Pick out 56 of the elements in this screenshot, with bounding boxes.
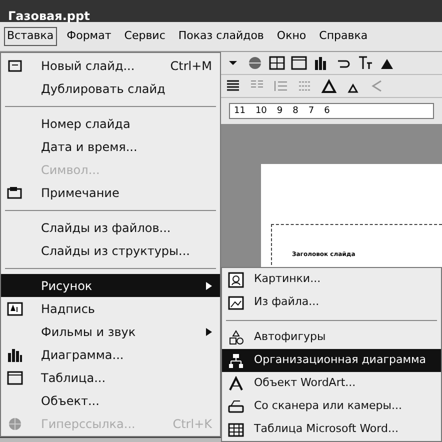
note-icon bbox=[7, 184, 23, 200]
org-chart-icon bbox=[228, 352, 244, 368]
submenu-arrow-icon bbox=[206, 328, 212, 336]
menu-item[interactable]: Номер слайда bbox=[1, 112, 220, 135]
menu-title[interactable]: Показ слайдов bbox=[175, 27, 267, 46]
image-file-icon bbox=[228, 294, 244, 310]
menu-title[interactable]: Формат bbox=[64, 27, 114, 46]
menu-title[interactable]: Сервис bbox=[121, 27, 168, 46]
ruler-number: 7 bbox=[308, 106, 314, 116]
picture-frame-icon bbox=[228, 272, 244, 288]
menu-item[interactable]: Дублировать слайд bbox=[1, 77, 220, 100]
menu-item[interactable]: Таблица... bbox=[1, 366, 220, 389]
ruler-number: 6 bbox=[324, 106, 330, 116]
menu-item[interactable]: Новый слайд... Ctrl+M bbox=[1, 54, 220, 77]
window-icon[interactable] bbox=[291, 55, 307, 71]
ruler-number: 8 bbox=[292, 106, 298, 116]
menu-item[interactable]: Рисунок bbox=[1, 274, 220, 297]
window-title: Газовая.ppt bbox=[8, 10, 90, 22]
menu-item[interactable]: Фильмы и звук bbox=[1, 320, 220, 343]
table-icon bbox=[7, 370, 23, 386]
submenu-arrow-icon bbox=[206, 282, 212, 290]
menu-item[interactable]: Надпись bbox=[1, 297, 220, 320]
scanner-icon bbox=[228, 398, 244, 414]
menu-item[interactable]: Картинки... bbox=[222, 268, 441, 291]
align-icon[interactable] bbox=[225, 78, 241, 94]
grid-table-icon bbox=[228, 422, 244, 438]
ruler-number: 9 bbox=[276, 106, 283, 116]
menu-item[interactable]: Слайды из структуры... bbox=[1, 239, 220, 262]
slide-icon bbox=[7, 58, 23, 74]
bar-chart-icon bbox=[7, 346, 23, 362]
wordart-icon bbox=[228, 376, 244, 392]
menu-item[interactable]: Дата и время... bbox=[1, 135, 220, 158]
shapes-icon bbox=[228, 330, 244, 346]
grid-icon[interactable] bbox=[269, 55, 285, 71]
menu-item[interactable]: Объект WordArt... bbox=[222, 372, 441, 395]
globe-icon bbox=[7, 416, 23, 432]
menu-title[interactable]: Окно bbox=[274, 27, 310, 46]
text-direction-icon[interactable] bbox=[357, 55, 373, 71]
list-icon[interactable] bbox=[273, 78, 289, 94]
globe-icon[interactable] bbox=[247, 55, 263, 71]
menu-item[interactable]: Автофигуры bbox=[222, 326, 441, 349]
menu-item[interactable]: Таблица Microsoft Word... bbox=[222, 418, 441, 441]
textbox-icon bbox=[7, 300, 23, 316]
menu-item[interactable]: Примечание bbox=[1, 181, 220, 204]
menu-title[interactable]: Справка bbox=[316, 27, 371, 46]
menu-title[interactable]: Вставка bbox=[4, 27, 57, 46]
menu-item[interactable]: Слайды из файлов... bbox=[1, 216, 220, 239]
menu-item[interactable]: Диаграмма... bbox=[1, 343, 220, 366]
bar-chart-icon[interactable] bbox=[313, 55, 329, 71]
ruler-number: 10 bbox=[255, 106, 267, 116]
grow-font-icon[interactable] bbox=[321, 78, 337, 94]
menu-item[interactable]: Объект... bbox=[1, 389, 220, 412]
ruler-number: 11 bbox=[234, 106, 246, 116]
menu-item[interactable]: Из файла... bbox=[222, 291, 441, 314]
menu-item[interactable]: Организационная диаграмма bbox=[222, 349, 441, 372]
menu-item[interactable]: Со сканера или камеры... bbox=[222, 395, 441, 418]
